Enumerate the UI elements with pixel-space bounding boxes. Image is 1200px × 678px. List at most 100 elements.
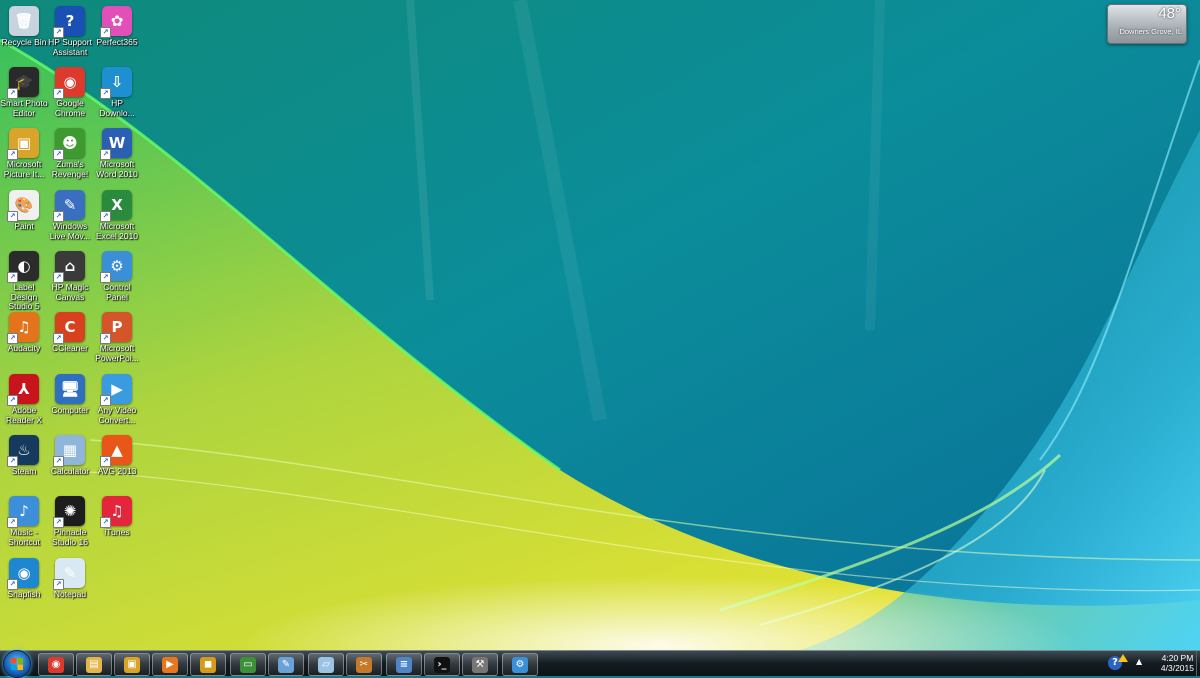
desktop-icon[interactable]: C ↗ CCleaner	[46, 308, 94, 354]
audacity-icon: ♫ ↗	[7, 312, 39, 344]
desktop-icon-label: Microsoft Word 2010	[96, 159, 138, 179]
desktop-icon-label: Pinnacle Studio 16	[52, 527, 88, 547]
desktop-icon[interactable]: ♫ ↗ iTunes	[93, 492, 141, 538]
taskbar-notepad-button[interactable]: ▱	[308, 653, 344, 676]
shortcut-arrow-icon: ↗	[100, 333, 111, 344]
picture-it-icon: ▣	[124, 656, 140, 673]
weather-gadget[interactable]: 48° Downers Grove, IL	[1107, 4, 1187, 44]
shortcut-arrow-icon: ↗	[53, 333, 64, 344]
shortcut-arrow-icon: ↗	[53, 517, 64, 528]
taskbar-control-panel-button[interactable]: ⚙	[502, 653, 538, 676]
desktop-icon[interactable]: ✎ ↗ Windows Live Mov...	[46, 186, 94, 241]
show-hidden-icons-button[interactable]: ▲	[1136, 657, 1142, 666]
adobe-reader-icon: ⅄ ↗	[7, 374, 39, 406]
desktop-icon[interactable]: ✎ ↗ Notepad	[46, 554, 94, 600]
desktop-icon[interactable]: ⇩ ↗ HP Downlo...	[93, 63, 141, 118]
desktop-icon[interactable]: ▦ ↗ Calculator	[46, 431, 94, 477]
show-desktop-button[interactable]	[1196, 651, 1200, 676]
word-icon: W ↗	[100, 128, 132, 160]
desktop-icon[interactable]: P ↗ Microsoft PowerPoi...	[93, 308, 141, 363]
pinnacle-studio-icon: ✺ ↗	[53, 496, 85, 528]
computer-icon: 🖥	[55, 374, 85, 404]
desktop-icon[interactable]: 🗑 Recycle Bin	[0, 2, 48, 48]
desktop-icon[interactable]: ◉ ↗ Google Chrome	[46, 63, 94, 118]
notepad-icon: ✎ ↗	[53, 558, 85, 590]
desktop-icon[interactable]: ✿ ↗ Perfect365	[93, 2, 141, 48]
desktop-icon-label: Computer	[51, 405, 89, 415]
desktop-icon[interactable]: 🖥 Computer	[46, 370, 94, 416]
desktop-icon[interactable]: ◐ ↗ Label Design Studio 5	[0, 247, 48, 312]
clock-date: 4/3/2015	[1160, 663, 1194, 673]
desktop-icon-label: Calculator	[50, 466, 90, 476]
hp-magic-canvas-icon: ⌂ ↗	[53, 251, 85, 283]
desktop-icon[interactable]: ✺ ↗ Pinnacle Studio 16	[46, 492, 94, 547]
desktop-icon[interactable]: X ↗ Microsoft Excel 2010	[93, 186, 141, 241]
clock-time: 4:20 PM	[1161, 653, 1194, 663]
desktop-icon-label: Adobe Reader X	[6, 405, 42, 425]
shortcut-arrow-icon: ↗	[53, 272, 64, 283]
desktop-icon[interactable]: ? ↗ HP Support Assistant	[46, 2, 94, 57]
clock[interactable]: 4:20 PM 4/3/2015	[1161, 653, 1194, 673]
desktop-icon-label: Smart Photo Editor	[0, 98, 48, 118]
system-tray: ? ▲ 4:20 PM 4/3/2015	[1100, 651, 1200, 676]
paint-icon: ✎	[278, 656, 294, 673]
desktop-icon[interactable]: ⅄ ↗ Adobe Reader X	[0, 370, 48, 425]
shortcut-arrow-icon: ↗	[7, 395, 18, 406]
taskbar-tools-button[interactable]: ⚒	[462, 653, 498, 676]
desktop-icon[interactable]: ☻ ↗ Zuma's Revenge!	[46, 124, 94, 179]
desktop-icon[interactable]: ◉ ↗ Snapfish	[0, 554, 48, 600]
ccleaner-icon: C ↗	[53, 312, 85, 344]
windows-live-movie-icon: ✎ ↗	[53, 190, 85, 222]
control-panel-icon: ⚙	[512, 656, 528, 673]
desktop-icon[interactable]: ▶ ↗ Any Video Convert...	[93, 370, 141, 425]
shortcut-arrow-icon: ↗	[100, 149, 111, 160]
desktop-icon[interactable]: 🎓 ↗ Smart Photo Editor	[0, 63, 48, 118]
taskbar-remote-button[interactable]: ▭	[230, 653, 266, 676]
desktop-icon[interactable]: ♫ ↗ Audacity	[0, 308, 48, 354]
taskbar-explorer-button[interactable]: ▤	[76, 653, 112, 676]
weather-location: Downers Grove, IL	[1119, 27, 1182, 36]
desktop-icon[interactable]: 🎨 ↗ Paint	[0, 186, 48, 232]
desktop-icon[interactable]: W ↗ Microsoft Word 2010	[93, 124, 141, 179]
desktop-icon-label: Perfect365	[96, 37, 138, 47]
taskbar-picture-it-button[interactable]: ▣	[114, 653, 150, 676]
calculator-icon: ▦ ↗	[53, 435, 85, 467]
desktop-icon-label: Google Chrome	[54, 98, 86, 118]
warning-tray-icon[interactable]	[1118, 654, 1128, 662]
taskbar-document-button[interactable]: ≡	[386, 653, 422, 676]
desktop-icon-label: HP Magic Canvas	[51, 282, 89, 302]
taskbar-app-button[interactable]: ◼	[190, 653, 226, 676]
taskbar-cmd-button[interactable]: ›_	[424, 653, 460, 676]
any-video-converter-icon: ▶ ↗	[100, 374, 132, 406]
desktop-icon[interactable]: ▣ ↗ Microsoft Picture It...	[0, 124, 48, 179]
desktop-icon[interactable]: ⚙ ↗ Control Panel	[93, 247, 141, 302]
shortcut-arrow-icon: ↗	[100, 456, 111, 467]
desktop-icon[interactable]: ▲ ↗ AVG 2013	[93, 431, 141, 477]
desktop-icon[interactable]: ⌂ ↗ HP Magic Canvas	[46, 247, 94, 302]
desktop-wallpaper	[0, 0, 1200, 650]
taskbar-paint-button[interactable]: ✎	[268, 653, 304, 676]
shortcut-arrow-icon: ↗	[100, 211, 111, 222]
music-shortcut-icon: ♪ ↗	[7, 496, 39, 528]
taskbar-chrome-button[interactable]: ◉	[38, 653, 74, 676]
itunes-icon: ♫ ↗	[100, 496, 132, 528]
hp-support-assistant-icon: ? ↗	[53, 6, 85, 38]
powerpoint-icon: P ↗	[100, 312, 132, 344]
tools-icon: ⚒	[472, 656, 488, 673]
desktop-icon[interactable]: ♪ ↗ Music - Shortcut	[0, 492, 48, 547]
chrome-icon: ◉	[48, 656, 64, 673]
taskbar-media-player-button[interactable]: ▶	[152, 653, 188, 676]
windows-logo-icon	[11, 658, 23, 670]
start-button[interactable]	[3, 650, 31, 678]
movie-maker-icon: ✂	[356, 656, 372, 673]
steam-icon: ♨ ↗	[7, 435, 39, 467]
shortcut-arrow-icon: ↗	[53, 211, 64, 222]
taskbar-movie-maker-button[interactable]: ✂	[346, 653, 382, 676]
shortcut-arrow-icon: ↗	[53, 579, 64, 590]
shortcut-arrow-icon: ↗	[53, 456, 64, 467]
shortcut-arrow-icon: ↗	[7, 333, 18, 344]
snapfish-icon: ◉ ↗	[7, 558, 39, 590]
desktop-icon[interactable]: ♨ ↗ Steam	[0, 431, 48, 477]
desktop-icon-label: AVG 2013	[97, 466, 137, 476]
shortcut-arrow-icon: ↗	[100, 395, 111, 406]
